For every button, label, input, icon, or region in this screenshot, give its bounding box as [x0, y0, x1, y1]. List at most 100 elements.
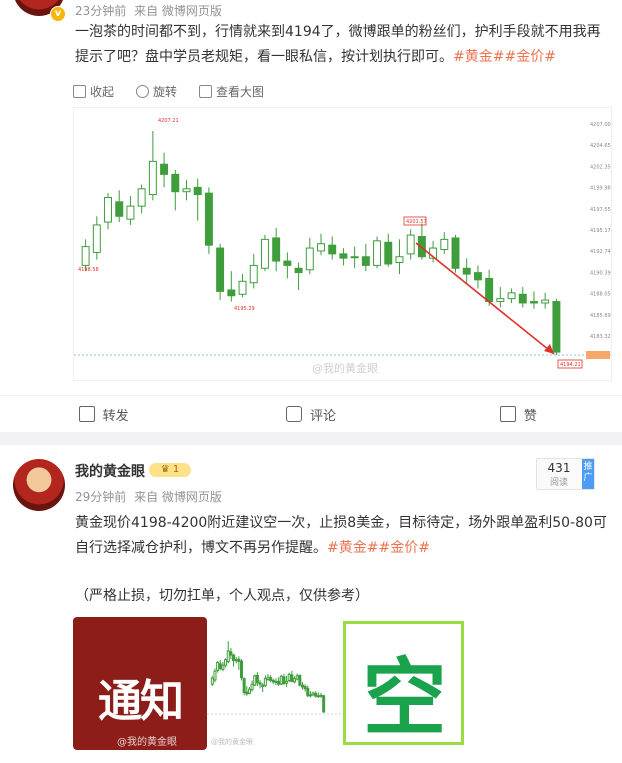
price-chart-image[interactable]: 4207.00 4204.65 4202.35 4199.98 4197.55 4195.…	[73, 107, 612, 381]
comment-button[interactable]: 评论	[207, 396, 414, 432]
candle-body	[260, 238, 269, 269]
candle	[253, 674, 257, 687]
rotate-icon	[136, 84, 150, 98]
candle	[126, 196, 135, 225]
candle-body	[384, 241, 393, 265]
candle	[227, 271, 236, 302]
candle-body	[232, 654, 236, 662]
candle-body	[242, 678, 246, 693]
candle-body	[305, 247, 314, 271]
candle-body	[518, 293, 527, 304]
candle	[287, 672, 291, 683]
candle	[182, 180, 191, 201]
candle	[322, 694, 326, 713]
read-label: 阅读	[549, 478, 568, 488]
candle	[218, 660, 222, 671]
candle-body	[137, 188, 146, 207]
candle-body	[258, 682, 262, 685]
candle	[160, 152, 169, 188]
post-text: 一泡茶的时间都不到，行情就来到4194了，微博跟单的粉丝们，护利手段就不用我再提…	[75, 20, 610, 70]
candle	[242, 677, 246, 696]
candle-body	[272, 237, 281, 262]
post-time[interactable]: 29分钟前	[75, 490, 126, 504]
candle-body	[160, 163, 169, 175]
level-value: 1	[172, 464, 180, 475]
post-source: 来自 微博网页版	[134, 490, 222, 504]
candle	[204, 187, 213, 254]
candle-body	[213, 670, 217, 681]
price-axis-label: 4204.65	[590, 143, 611, 149]
candle	[229, 648, 233, 660]
short-signal-text: 空	[362, 649, 447, 747]
candle	[263, 675, 267, 687]
candle	[295, 673, 299, 681]
thumbs-up-icon	[499, 406, 516, 422]
candle-body	[507, 292, 516, 300]
candle	[266, 673, 270, 681]
repost-button[interactable]: 转发	[0, 396, 207, 432]
candle	[290, 670, 294, 683]
candle-body	[451, 237, 460, 269]
candle	[148, 131, 157, 201]
candle	[285, 675, 289, 687]
price-axis-label: 4183.32	[590, 334, 611, 340]
candle	[317, 233, 325, 256]
candle-body	[218, 663, 222, 669]
candle-body	[287, 673, 291, 681]
candle	[274, 678, 278, 686]
avatar[interactable]	[13, 459, 65, 511]
candle-body	[314, 692, 318, 697]
post-meta: 29分钟前 来自 微博网页版	[75, 488, 222, 505]
collect-label: 收起	[90, 84, 115, 99]
candle-body	[238, 280, 247, 295]
candle-body	[279, 675, 283, 685]
candle	[518, 287, 527, 308]
candle	[350, 246, 359, 269]
promote-button[interactable]: 推广	[582, 459, 594, 489]
topic-tag[interactable]: #黄金##金价#	[453, 49, 556, 65]
candle-body	[250, 683, 254, 691]
candle	[395, 239, 404, 275]
topic-tag[interactable]: #黄金##金价#	[327, 540, 430, 556]
candle	[279, 674, 283, 686]
like-button[interactable]: 赞	[415, 396, 622, 432]
image-toolbar: 收起 旋转 查看大图	[73, 80, 264, 102]
candle-body	[541, 299, 550, 304]
repost-label: 转发	[102, 408, 129, 424]
image-thumbnail-notice[interactable]: 通知 @我的黄金眼	[73, 617, 207, 750]
view-large-button[interactable]: 查看大图	[199, 83, 264, 100]
image-thumbnail-chart[interactable]: @我的黄金眼	[207, 617, 341, 750]
rotate-button[interactable]: 旋转	[136, 83, 177, 100]
candle-body	[237, 658, 241, 663]
high-price-label: 4207.21	[158, 118, 179, 124]
candle-body	[311, 692, 315, 696]
username[interactable]: 我的黄金眼	[75, 461, 145, 481]
candle-body	[216, 661, 220, 671]
candle-body	[126, 205, 135, 220]
candle	[294, 262, 303, 290]
candlestick-chart: 4207.00 4204.65 4202.35 4199.98 4197.55 4195.…	[74, 118, 611, 375]
candle-body	[204, 192, 213, 246]
candle	[221, 661, 225, 672]
candle-body	[552, 301, 561, 353]
image-thumbnail-short[interactable]: 空	[341, 617, 468, 750]
candle	[462, 258, 471, 283]
candle	[300, 681, 304, 690]
candle-body	[306, 687, 310, 697]
candle	[171, 170, 180, 211]
post-time[interactable]: 23分钟前	[75, 4, 126, 18]
candle	[232, 653, 236, 667]
candle	[473, 265, 482, 289]
candle	[440, 232, 449, 254]
verified-badge-icon: v	[50, 6, 66, 22]
post-actions: 转发 评论 赞	[0, 395, 622, 432]
candle	[92, 216, 101, 260]
candle-body	[255, 674, 259, 684]
candle-body	[115, 201, 124, 217]
collect-button[interactable]: 收起	[73, 83, 114, 100]
candle-body	[316, 695, 320, 698]
candle	[496, 287, 505, 308]
candle	[306, 685, 310, 698]
candle	[213, 668, 217, 683]
price-axis-label: 4197.55	[590, 207, 611, 213]
